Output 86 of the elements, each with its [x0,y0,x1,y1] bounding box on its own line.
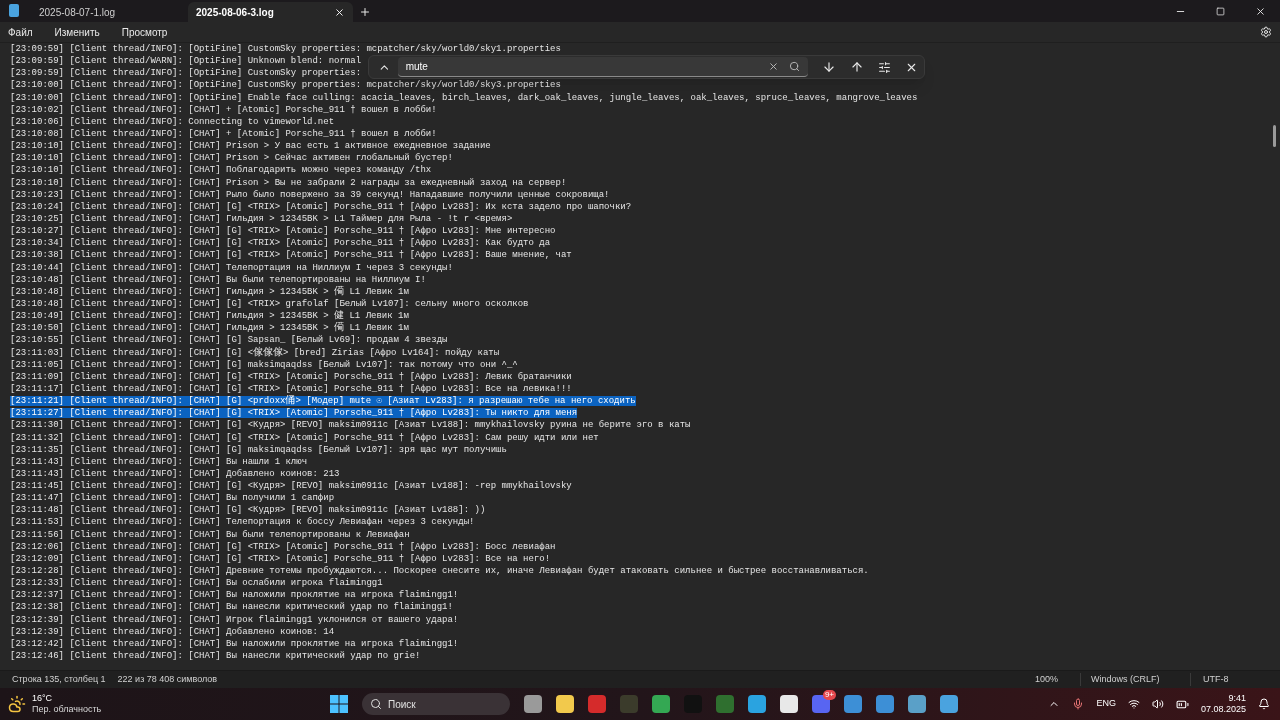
log-line: [23:10:38] [Client thread/INFO]: [CHAT] [G] <TRIX> [Atomic] Porsche_911 † [Афро Lv283]: Ваше мнение, чат [10,250,572,261]
line-ending: Windows (CRLF) [1080,672,1190,687]
windows-logo-icon[interactable] [330,695,348,713]
log-line: [23:12:37] [Client thread/INFO]: [CHAT] Вы наложили проклятие на игрока flaimingg1! [10,590,459,601]
log-line: [23:11:03] [Client thread/INFO]: [CHAT] [G] <傢傢傢> [bred] Zirias [Афро Lv164]: пойду каты [10,347,500,358]
log-line: [23:12:39] [Client thread/INFO]: [CHAT] Добавлено коинов: 14 [10,626,335,637]
log-line: [23:11:09] [Client thread/INFO]: [CHAT] [G] <TRIX> [Atomic] Porsche_911 † [Афро Lv283]: Левик братанчики [10,371,572,382]
log-line: [23:12:28] [Client thread/INFO]: [CHAT] Древние тотемы пробуждаются... Поскорее снесите их, иначе Левиафан будет атаковать сильнее и быстрее восстанавливаться. [10,566,869,577]
notification-icon[interactable] [1258,698,1270,710]
log-line: [23:09:59] [Client thread/WARN]: [OptiFine] Unknown blend: normal [10,56,362,67]
close-icon[interactable] [1255,5,1266,17]
log-line: [23:09:59] [Client thread/INFO]: [OptiFine] CustomSky properties: mcpatcher/sky/world0/sky1.properties [10,44,561,54]
temperature: 16°C [32,693,54,704]
search-icon [370,698,382,710]
log-line: [23:10:48] [Client thread/INFO]: [CHAT] Гильдия > 12345BK > 僃 L1 Левик 1м [10,286,409,297]
settings-icon[interactable] [1260,26,1272,38]
log-line: [23:10:10] [Client thread/INFO]: [CHAT] Поблагодарить можно через команду /thx [10,165,432,176]
log-line: [23:10:10] [Client thread/INFO]: [CHAT] Prison > Вы не забрали 2 награды за ежедневный заход на сервер! [10,177,567,188]
log-line: [23:09:59] [Client thread/INFO]: [OptiFine] CustomSky properties: [10,68,362,79]
volume-icon[interactable] [1151,698,1164,710]
log-line: [23:10:48] [Client thread/INFO]: [CHAT] Вы были телепортированы на Ниллиум I! [10,274,426,285]
log-line: [23:12:46] [Client thread/INFO]: [CHAT] Вы нанесли критический удар по grie! [10,651,421,662]
log-line: [23:10:06] [Client thread/INFO]: Connecting to vimeworld.net [10,116,335,127]
menu-item[interactable]: Изменить [54,24,100,40]
scrollbar[interactable] [1273,125,1276,147]
log-line: [23:10:08] [Client thread/INFO]: [CHAT] + [Atomic] Porsche_911 † вошел в лобби! [10,129,437,139]
log-line: [23:10:23] [Client thread/INFO]: [CHAT] Рыло было повержено за 39 секунд! Нападавшие получили ценные сокровища! [10,189,610,200]
log-line: [23:10:27] [Client thread/INFO]: [CHAT] [G] <TRIX> [Atomic] Porsche_911 † [Афро Lv283]: Мне интересно [10,226,556,237]
log-line: [23:10:49] [Client thread/INFO]: [CHAT] Гильдия > 12345BK > 健 L1 Левик 1м [10,311,409,322]
log-line: [23:10:50] [Client thread/INFO]: [CHAT] Гильдия > 12345BK > 僃 L1 Левик 1м [10,323,409,334]
log-line: [23:11:32] [Client thread/INFO]: [CHAT] [G] <TRIX> [Atomic] Porsche_911 † [Афро Lv283]: Сам решу идти или нет [10,432,599,443]
log-line: [23:12:33] [Client thread/INFO]: [CHAT] Вы ослабили игрока flaimingg1 [10,578,383,589]
log-line: [23:11:35] [Client thread/INFO]: [CHAT] [G] maksimqaqdss [Белый Lv107]: зря щас мут получишь [10,444,507,455]
log-line: [23:11:43] [Client thread/INFO]: [CHAT] Добавлено коинов: 213 [10,468,340,479]
log-line: [23:10:10] [Client thread/INFO]: [CHAT] Prison > У вас есть 1 активное ежедневное задание [10,141,491,152]
menu-item[interactable]: Файл [8,24,33,40]
zoom-level: 100% [1035,672,1060,686]
log-line: [23:10:44] [Client thread/INFO]: [CHAT] Телепортация на Ниллиум I через 3 секунды! [10,262,453,273]
new-tab-icon[interactable] [359,6,371,18]
log-line: [23:11:45] [Client thread/INFO]: [CHAT] [G] <Кудря> [REVO] maksim0911c [Азиат Lv188]: -rep mmykhailovsky [10,481,572,492]
log-line: [23:12:39] [Client thread/INFO]: [CHAT] Игрок flaimingg1 уклонился от вашего удара! [10,614,459,625]
wifi-icon[interactable] [1127,698,1140,710]
tab[interactable]: 2025-08-07-1.log [33,2,188,22]
notepad-icon [9,4,19,17]
log-line: [23:11:05] [Client thread/INFO]: [CHAT] [G] maksimqaqdss [Белый Lv107]: так потому что они ^_^ [10,359,518,370]
encoding: UTF-8 [1190,672,1280,687]
language-indicator[interactable]: ENG [1096,697,1116,711]
weather-condition: Пер. облачность [32,704,102,715]
log-line: [23:10:00] [Client thread/INFO]: [OptiFine] CustomSky properties: mcpatcher/sky/world0/sky3.properties [10,80,561,91]
search-icon[interactable] [789,61,800,72]
log-line: [23:10:55] [Client thread/INFO]: [CHAT] [G] Sapsan_ [Белый Lv69]: продам 4 звезды [10,335,448,346]
find-options-icon[interactable] [878,60,891,74]
log-line: [23:10:10] [Client thread/INFO]: [CHAT] Prison > Сейчас активен глобальный бустер! [10,153,453,164]
menu-item[interactable]: Просмотр [121,24,168,40]
log-line: [23:11:56] [Client thread/INFO]: [CHAT] Вы были телепортированы к Левиафан [10,529,410,540]
clock-date[interactable]: 07.08.2025 [1200,704,1246,715]
log-line: [23:10:25] [Client thread/INFO]: [CHAT] Гильдия > 12345BK > L1 Таймер для Рыла - !t r <время> [10,213,513,224]
log-line: [23:12:06] [Client thread/INFO]: [CHAT] [G] <TRIX> [Atomic] Porsche_911 † [Афро Lv283]: Босс левиафан [10,541,556,552]
log-line: [23:12:09] [Client thread/INFO]: [CHAT] [G] <TRIX> [Atomic] Porsche_911 † [Афро Lv283]: Все на него! [10,553,551,564]
weather-icon[interactable] [8,695,26,713]
log-line: [23:11:48] [Client thread/INFO]: [CHAT] [G] <Кудря> [REVO] maksim0911c [Азиат Lv188]: )) [10,505,486,516]
find-previous-icon[interactable] [850,60,864,74]
log-line: [23:11:43] [Client thread/INFO]: [CHAT] Вы нашли 1 ключ [10,456,308,467]
log-line: [23:10:00] [Client thread/INFO]: [OptiFine] Enable face culling: acacia_leaves, birch_leaves, dark_oak_leaves, jungle_leaves, oak_leaves, spruce_leaves, mangrove_leaves [10,92,918,103]
tab[interactable]: 2025-08-06-3.log [188,2,353,22]
find-field[interactable]: mute [397,57,808,77]
microphone-icon[interactable] [1072,698,1085,710]
log-line: [23:10:02] [Client thread/INFO]: [CHAT] + [Atomic] Porsche_911 † вошел в лобби! [10,104,437,115]
selection-count: 222 из 78 408 символов [117,672,218,686]
log-line: [23:10:34] [Client thread/INFO]: [CHAT] [G] <TRIX> [Atomic] Porsche_911 † [Афро Lv283]: Как будто да [10,238,551,249]
clear-icon[interactable] [768,61,779,72]
log-line: [23:12:42] [Client thread/INFO]: [CHAT] Вы наложили проклятие на игрока flaimingg1! [10,638,459,649]
find-next-icon[interactable] [822,60,836,74]
search-box[interactable]: Поиск [362,693,510,715]
log-line: [23:12:38] [Client thread/INFO]: [CHAT] Вы нанесли критический удар по flaimingg1! [10,602,453,613]
log-line: [23:11:30] [Client thread/INFO]: [CHAT] [G] <Кудря> [REVO] maksim0911c [Азиат Lv188]: mmykhailovsky руина не берите эго в каты [10,420,691,431]
log-line: [23:10:24] [Client thread/INFO]: [CHAT] [G] <TRIX> [Atomic] Porsche_911 † [Афро Lv283]: Их кста задело про шапочки? [10,201,632,212]
maximize-icon[interactable] [1216,6,1225,16]
log-line: [23:11:17] [Client thread/INFO]: [CHAT] [G] <TRIX> [Atomic] Porsche_911 † [Афро Lv283]: Все на левика!!! [10,383,572,394]
notification-badge: 9+ [822,690,836,700]
log-line: [23:10:48] [Client thread/INFO]: [CHAT] [G] <TRIX> grafolaf [Белый Lv107]: сельну много осколков [10,298,529,309]
log-line: [23:11:47] [Client thread/INFO]: [CHAT] Вы получили 1 сапфир [10,493,335,504]
cursor-position: Строка 135, столбец 1 [12,672,106,686]
clock-time[interactable]: 9:41 [1228,693,1246,704]
log-line: [23:11:53] [Client thread/INFO]: [CHAT] Телепортация к боссу Левиафан через 3 секунды! [10,517,475,528]
close-tab-icon[interactable] [334,6,345,18]
